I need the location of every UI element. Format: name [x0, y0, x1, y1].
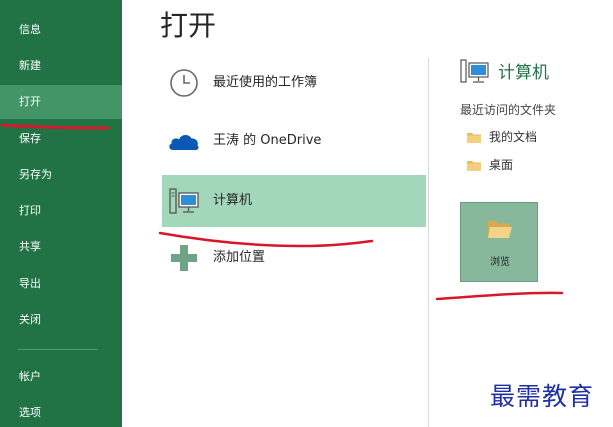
computer-icon [169, 188, 199, 214]
folder-label: 桌面 [489, 158, 514, 172]
folder-my-documents[interactable]: 我的文档 [466, 127, 566, 147]
nav-item-print[interactable]: 打印 [0, 194, 122, 228]
panel-title: 计算机 [498, 63, 549, 83]
nav-item-info[interactable]: 信息 [0, 13, 122, 47]
open-folder-icon [488, 221, 512, 238]
folder-icon [467, 161, 481, 171]
place-label: 添加位置 [213, 250, 266, 265]
browse-label: 浏览 [490, 257, 510, 268]
place-label: 计算机 [213, 193, 253, 208]
cloud-icon [169, 135, 199, 150]
nav-item-close[interactable]: 关闭 [0, 303, 122, 337]
nav-separator [18, 349, 98, 350]
browse-button[interactable]: 浏览 [460, 202, 538, 282]
place-onedrive[interactable]: 王涛 的 OneDrive [162, 115, 426, 167]
folder-desktop[interactable]: 桌面 [466, 155, 546, 175]
plus-icon [171, 245, 197, 271]
backstage-sidebar: 信息 新建 打开 保存 另存为 打印 共享 导出 关闭 帐户 选项 [0, 0, 122, 427]
nav-item-options[interactable]: 选项 [0, 396, 122, 427]
place-label: 王涛 的 OneDrive [213, 133, 322, 148]
recent-folders-label: 最近访问的文件夹 [460, 103, 557, 117]
clock-icon [170, 69, 198, 97]
nav-item-save-as[interactable]: 另存为 [0, 158, 122, 192]
computer-icon [460, 59, 489, 83]
place-computer[interactable]: 计算机 [162, 175, 426, 227]
nav-item-new[interactable]: 新建 [0, 49, 122, 83]
nav-item-share[interactable]: 共享 [0, 230, 122, 264]
annotation-underline-browse [435, 291, 564, 301]
place-recent-workbooks[interactable]: 最近使用的工作簿 [162, 57, 426, 109]
place-label: 最近使用的工作簿 [213, 75, 318, 90]
watermark-text: 最需教育 [490, 382, 595, 411]
nav-item-open[interactable]: 打开 [0, 85, 122, 119]
place-add-location[interactable]: 添加位置 [162, 232, 426, 284]
nav-item-export[interactable]: 导出 [0, 267, 122, 301]
folder-icon [467, 133, 481, 143]
nav-item-save[interactable]: 保存 [0, 122, 122, 156]
page-title: 打开 [160, 9, 217, 42]
folder-label: 我的文档 [489, 130, 538, 144]
column-divider [428, 58, 429, 427]
nav-item-account[interactable]: 帐户 [0, 360, 122, 394]
